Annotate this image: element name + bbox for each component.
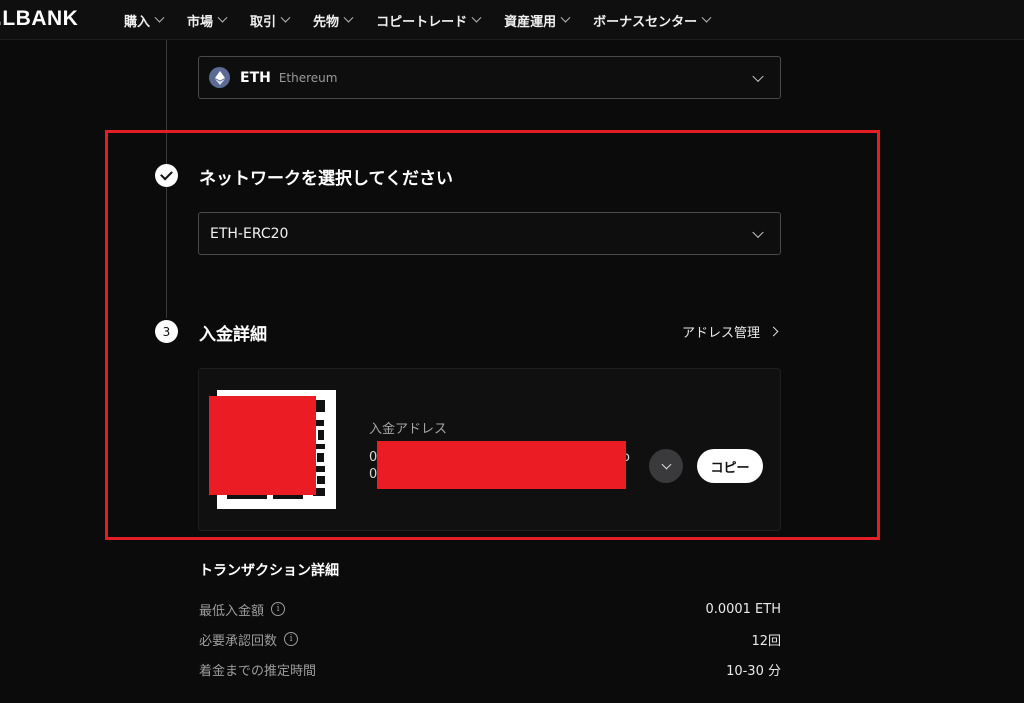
ethereum-icon bbox=[209, 67, 230, 88]
step-number-badge: 3 bbox=[155, 320, 178, 343]
nav-label: 資産運用 bbox=[504, 14, 557, 30]
coin-code: ETH bbox=[240, 69, 271, 86]
chevron-down-icon bbox=[217, 12, 228, 23]
tx-row-confirmations: 必要承認回数 i 12回 bbox=[199, 629, 781, 649]
nav-trade[interactable]: 取引 bbox=[250, 11, 291, 30]
nav-label: 先物 bbox=[313, 14, 340, 30]
nav-buy[interactable]: 購入 bbox=[124, 11, 165, 30]
network-select[interactable]: ETH-ERC20 bbox=[198, 212, 781, 255]
nav-bonus-center[interactable]: ボーナスセンター bbox=[593, 11, 712, 30]
tx-label: 着金までの推定時間 bbox=[199, 663, 317, 679]
network-selected-value: ETH-ERC20 bbox=[210, 225, 289, 242]
chevron-down-icon bbox=[752, 226, 764, 238]
expand-address-button[interactable] bbox=[649, 449, 683, 483]
nav-label: 購入 bbox=[124, 14, 151, 30]
nav-markets[interactable]: 市場 bbox=[187, 11, 228, 30]
deposit-step-title: 入金詳細 bbox=[199, 325, 267, 345]
chevron-down-icon bbox=[343, 12, 354, 23]
deposit-address-label: 入金アドレス bbox=[369, 422, 448, 437]
tx-value: 0.0001 ETH bbox=[705, 601, 781, 617]
redaction-block bbox=[377, 441, 626, 489]
nav-label: 市場 bbox=[187, 14, 214, 30]
lbank-logo[interactable]: .LBANK bbox=[0, 7, 78, 31]
chevron-down-icon bbox=[560, 12, 571, 23]
nav-futures[interactable]: 先物 bbox=[313, 11, 354, 30]
chevron-down-icon bbox=[154, 12, 165, 23]
tx-label: 最低入金額 bbox=[199, 603, 265, 619]
tx-row-arrival-time: 着金までの推定時間 10-30 分 bbox=[199, 659, 781, 679]
tx-row-label-wrap: 必要承認回数 i bbox=[199, 630, 299, 649]
tx-label: 必要承認回数 bbox=[199, 633, 278, 649]
copy-address-button[interactable]: コピー bbox=[697, 449, 763, 483]
nav-label: ボーナスセンター bbox=[593, 14, 698, 30]
chevron-down-icon bbox=[471, 12, 482, 23]
nav-label: コピートレード bbox=[376, 14, 468, 30]
tx-value: 12回 bbox=[751, 633, 781, 649]
main-menu: 購入 市場 取引 先物 コピートレード 資産運用 ボーナスセンター bbox=[124, 0, 734, 40]
info-icon[interactable]: i bbox=[271, 602, 286, 616]
network-step-title: ネットワークを選択してください bbox=[199, 169, 453, 189]
coin-name: Ethereum bbox=[278, 70, 338, 85]
step-complete-check-icon bbox=[155, 164, 178, 187]
tx-row-min-deposit: 最低入金額 i 0.0001 ETH bbox=[199, 599, 781, 619]
chevron-right-icon bbox=[768, 326, 779, 337]
chevron-down-icon bbox=[701, 12, 712, 23]
chevron-down-icon bbox=[280, 12, 291, 23]
top-navigation: .LBANK 購入 市場 取引 先物 コピートレード 資産運用 ボーナスセンター bbox=[0, 0, 1024, 40]
info-icon[interactable]: i bbox=[284, 632, 299, 646]
address-management-link[interactable]: アドレス管理 bbox=[682, 322, 779, 341]
tx-value: 10-30 分 bbox=[726, 663, 781, 679]
chevron-down-icon bbox=[752, 70, 764, 82]
nav-copy-trade[interactable]: コピートレード bbox=[376, 11, 482, 30]
transaction-details-title: トランザクション詳細 bbox=[199, 563, 339, 579]
coin-select[interactable]: ETH Ethereum bbox=[198, 56, 781, 99]
address-management-label: アドレス管理 bbox=[682, 326, 761, 341]
nav-label: 取引 bbox=[250, 14, 277, 30]
redaction-block bbox=[209, 396, 316, 495]
tx-row-label-wrap: 最低入金額 i bbox=[199, 600, 286, 619]
tx-row-label-wrap: 着金までの推定時間 bbox=[199, 660, 316, 679]
nav-asset-management[interactable]: 資産運用 bbox=[504, 11, 571, 30]
